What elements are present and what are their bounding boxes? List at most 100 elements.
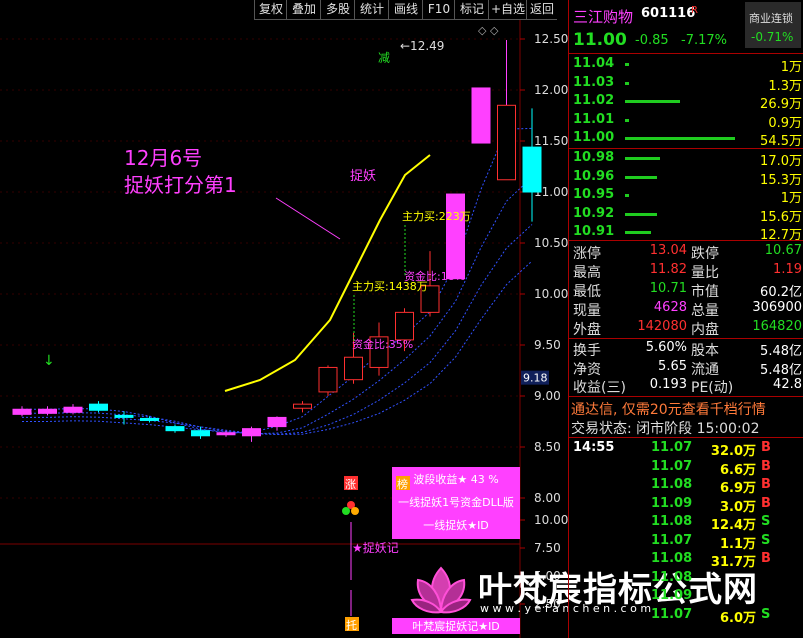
book-price: 11.03 [573,74,615,90]
book-volume: 26.9万 [760,97,802,112]
trade-volume: 12.4万 [710,518,756,533]
label-zhuoyao: 捉妖 [350,169,376,184]
y-tick-label: 10.50 [534,236,568,250]
stat-value: 11.82 [649,262,687,277]
stat-value: 164820 [752,319,802,334]
fund-value: 0.193 [649,377,687,392]
candle[interactable] [522,146,542,193]
book-volume: 1.3万 [768,78,802,94]
buy-arrow-icon: ↓ [43,353,55,369]
chart-toolbar: 复权 叠加 多股 统计 画线 F10 标记 +自选 返回 [0,0,568,20]
toolbar-button-6[interactable]: 标记 [454,0,489,20]
toolbar-button-1[interactable]: 叠加 [286,0,321,20]
toolbar-button-7[interactable]: +自选 [488,0,527,20]
stock-flag: R [691,5,698,16]
trade-price: 11.08 [651,569,693,585]
candle[interactable] [267,416,287,428]
sub-footer-label: 叶梵宸捉妖记★ID [412,619,500,633]
trade-volume: 1.1万 [719,536,756,552]
toolbar-button-4[interactable]: 画线 [388,0,423,20]
book-volume: 1万 [780,60,802,75]
trade-price: 11.09 [651,588,693,603]
candle[interactable] [12,408,32,415]
divider [569,437,803,438]
trade-volume: 32.0万 [710,444,756,459]
toolbar-button-3[interactable]: 统计 [354,0,389,20]
candle[interactable] [497,104,516,181]
candle[interactable] [395,311,414,341]
candle[interactable] [471,87,491,144]
book-price: 10.91 [573,224,615,239]
stat-label: 市值 [691,284,719,300]
info-box-line: 一线捉妖★ID [423,518,489,532]
sector-box[interactable]: 商业连锁 -0.71% [745,2,801,48]
y-tick-label: 9.50 [534,338,561,352]
trade-side: B [761,458,771,474]
trade-side: B [761,440,771,455]
candle[interactable] [38,408,57,414]
candle[interactable] [165,426,185,432]
trade-time: 14:55 [573,440,615,455]
candle[interactable] [140,417,159,421]
chart-settings-icon[interactable]: ◇ ◇ [478,24,498,37]
candle[interactable] [114,414,134,418]
stat-label: 量比 [691,265,719,281]
toolbar-button-8[interactable]: 返回 [526,0,557,20]
candle[interactable] [293,403,312,409]
price-change-pct: -7.17% [681,33,727,48]
fund-value: 5.48亿 [760,344,802,359]
label-zijin-2: 资金比:35% [352,337,413,351]
candle[interactable] [89,403,108,411]
y-tick-label: 9.00 [534,389,561,403]
stat-label: 内盘 [691,322,719,338]
label-jian: 减 [378,51,390,65]
sector-change: -0.71% [751,30,794,44]
annotation-arrow [275,197,341,240]
fund-label: 收益(三) [573,380,626,396]
trade-side: B [761,477,771,492]
toolbar-button-2[interactable]: 多股 [320,0,355,20]
label-zijin-1: 资金比:18% [404,269,465,283]
book-volume-bar [625,231,652,234]
trade-price: 11.07 [651,458,693,474]
trade-price: 11.07 [651,440,693,455]
fund-label: 换手 [573,343,601,359]
stat-label: 最高 [573,265,601,281]
trade-volume: 3.0万 [719,499,756,515]
fund-label: 净资 [573,361,601,378]
candle[interactable] [191,430,210,437]
stat-label: 总量 [691,303,719,319]
trade-price: 11.09 [651,495,693,511]
toolbar-button-5[interactable]: F10 [422,0,455,20]
promo-link[interactable]: 通达信, 仅需20元查看千档行情 [571,399,766,419]
candle[interactable] [318,366,338,393]
candle[interactable] [63,406,83,413]
book-volume: 15.6万 [760,209,802,225]
book-volume: 54.5万 [760,134,802,149]
marker-zhang-label: 涨 [345,478,356,491]
ma-line-yellow [224,154,431,392]
book-volume-bar [625,157,661,160]
last-price: 11.00 [573,30,627,50]
candle[interactable] [446,193,465,280]
candle[interactable] [216,432,236,436]
candle[interactable] [242,428,261,437]
y-tick-label: 12.00 [534,83,568,97]
fund-value: 42.8 [773,377,802,392]
current-price-label: 9.18 [523,372,548,385]
candle[interactable] [344,356,363,381]
kline-chart[interactable]: 12.5012.0011.5011.0010.5010.009.509.008.… [0,20,568,638]
book-price: 10.96 [573,168,615,184]
stat-label: 涨停 [573,246,601,262]
toolbar-button-0[interactable]: 复权 [254,0,287,20]
stat-label: 最低 [573,284,601,300]
lotus-logo-icon [410,560,472,620]
book-volume-bar [625,63,629,66]
stock-name: 三江购物 [573,8,634,26]
info-box-line: 波段收益★ 43 % [413,472,498,486]
stat-value: 10.71 [649,281,687,296]
signal-dot [342,507,350,515]
trade-price: 11.08 [651,551,693,566]
book-price: 11.01 [573,111,615,127]
trade-price: 11.07 [651,606,693,622]
